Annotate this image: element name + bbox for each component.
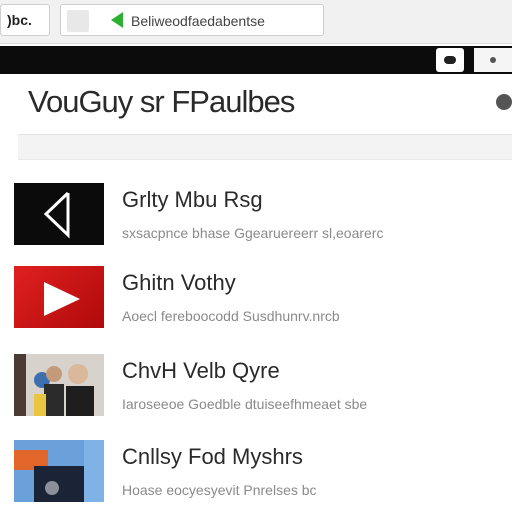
item-title[interactable]: Ghitn Vothy bbox=[122, 270, 236, 296]
back-arrow-icon bbox=[43, 191, 70, 239]
menu-icon bbox=[444, 56, 456, 64]
list-item[interactable]: Ghitn Vothy Aoecl fereboocodd Susdhunrv.… bbox=[14, 266, 512, 332]
list-item[interactable]: ChvH Velb Qyre Iaroseeoe Goedble dtuisee… bbox=[14, 354, 512, 420]
item-subtitle: Hoase eocyesyevit Pnrelses bc bbox=[122, 482, 317, 498]
thumbnail[interactable] bbox=[14, 266, 104, 328]
options-icon[interactable] bbox=[496, 94, 512, 110]
thumbnail[interactable] bbox=[14, 183, 104, 245]
more-button[interactable] bbox=[474, 48, 512, 72]
menu-button[interactable] bbox=[436, 48, 464, 72]
more-icon bbox=[490, 57, 496, 63]
thumbnail[interactable] bbox=[14, 440, 104, 502]
item-title[interactable]: Cnllsy Fod Myshrs bbox=[122, 444, 303, 470]
item-subtitle: Iaroseeoe Goedble dtuiseefhmeaet sbe bbox=[122, 396, 368, 412]
tab-label: )bc. bbox=[7, 12, 32, 28]
item-title[interactable]: Grlty Mbu Rsg bbox=[122, 187, 263, 213]
list-item[interactable]: Cnllsy Fod Myshrs Hoase eocyesyevit Pnre… bbox=[14, 440, 512, 506]
browser-toolbar: )bc. Beliweodfaedabentse bbox=[0, 0, 512, 44]
play-icon bbox=[44, 282, 80, 316]
scene-photo-icon bbox=[14, 440, 104, 502]
list-item[interactable]: Grlty Mbu Rsg sxsacpnce bhase Ggearueree… bbox=[14, 183, 512, 249]
thumbnail[interactable] bbox=[14, 354, 104, 416]
page-title: VouGuy sr FPaulbes bbox=[28, 84, 295, 119]
address-bar[interactable]: Beliweodfaedabentse bbox=[60, 4, 324, 36]
people-photo-icon bbox=[14, 354, 104, 416]
item-subtitle: Aoecl fereboocodd Susdhunrv.nrcb bbox=[122, 308, 340, 324]
item-title[interactable]: ChvH Velb Qyre bbox=[122, 358, 280, 384]
item-subtitle: sxsacpnce bhase Ggearuereerr sl,eoarerc bbox=[122, 225, 384, 241]
search-bar[interactable] bbox=[18, 134, 512, 160]
home-icon[interactable] bbox=[67, 10, 89, 32]
address-text: Beliweodfaedabentse bbox=[131, 13, 265, 29]
browser-tab[interactable]: )bc. bbox=[0, 4, 50, 36]
app-header-bar bbox=[0, 46, 512, 74]
back-arrow-icon[interactable] bbox=[111, 12, 123, 28]
